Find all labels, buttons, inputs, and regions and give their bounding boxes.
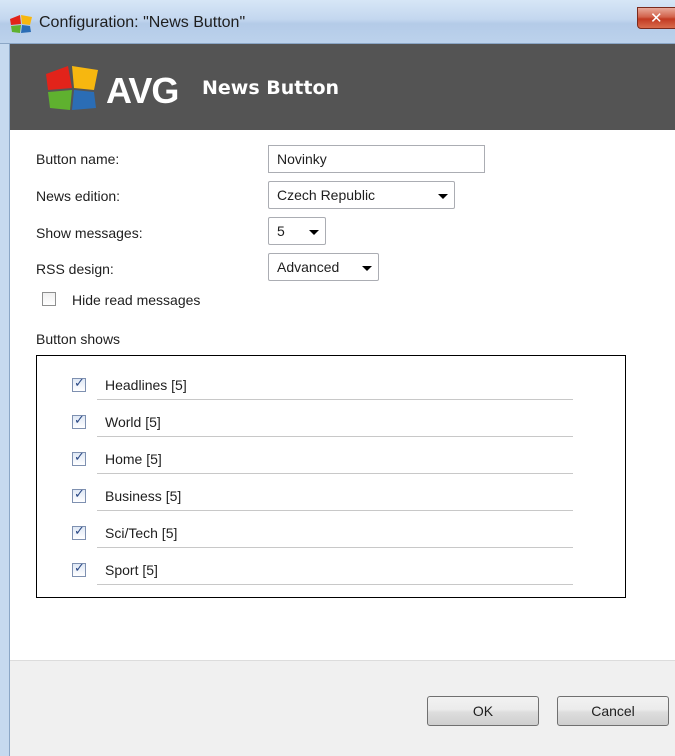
checkmark-icon: ✓ xyxy=(74,376,85,391)
divider xyxy=(97,510,573,511)
brand-name: AVG xyxy=(106,70,179,111)
header-title: News Button xyxy=(202,77,340,99)
button-shows-label: Button shows xyxy=(36,331,121,347)
close-button[interactable]: ✕ xyxy=(637,7,675,29)
list-item: ✓ Sport [5] xyxy=(72,557,573,585)
avg-logo-icon xyxy=(46,66,98,110)
cancel-button[interactable]: Cancel xyxy=(557,696,669,726)
scitech-checkbox[interactable]: ✓ xyxy=(72,524,86,540)
close-icon: ✕ xyxy=(650,9,663,27)
header-banner: AVG News Button xyxy=(10,44,675,130)
checkmark-icon: ✓ xyxy=(74,561,85,576)
list-item-label: Sport [5] xyxy=(105,562,158,578)
button-name-label: Button name: xyxy=(36,151,120,167)
checkmark-icon: ✓ xyxy=(74,487,85,502)
checkmark-icon: ✓ xyxy=(74,524,85,539)
window-frame-left xyxy=(0,44,10,756)
hide-read-label: Hide read messages xyxy=(72,292,201,308)
rss-design-value: Advanced xyxy=(277,259,340,275)
news-edition-value: Czech Republic xyxy=(277,187,376,203)
rss-design-select[interactable]: Advanced xyxy=(268,253,379,281)
list-item: ✓ World [5] xyxy=(72,409,573,437)
list-item-label: Business [5] xyxy=(105,488,182,504)
hide-read-checkbox[interactable] xyxy=(42,292,56,306)
list-item-label: Sci/Tech [5] xyxy=(105,525,178,541)
window-title: Configuration: "News Button" xyxy=(39,14,246,31)
show-messages-label: Show messages: xyxy=(36,225,143,241)
news-edition-select[interactable]: Czech Republic xyxy=(268,181,455,209)
button-shows-list: ✓ Headlines [5] ✓ World [5] ✓ Home [5] ✓… xyxy=(36,355,626,598)
show-messages-select[interactable]: 5 xyxy=(268,217,326,245)
divider xyxy=(97,547,573,548)
list-item: ✓ Sci/Tech [5] xyxy=(72,520,573,548)
world-checkbox[interactable]: ✓ xyxy=(72,413,86,429)
divider xyxy=(97,399,573,400)
divider xyxy=(97,584,573,585)
home-checkbox[interactable]: ✓ xyxy=(72,450,86,466)
ok-button[interactable]: OK xyxy=(427,696,539,726)
list-item-label: World [5] xyxy=(105,414,161,430)
list-item: ✓ Headlines [5] xyxy=(72,372,573,400)
headlines-checkbox[interactable]: ✓ xyxy=(72,376,86,392)
rss-design-label: RSS design: xyxy=(36,261,114,277)
chevron-down-icon xyxy=(438,194,448,199)
button-name-value: Novinky xyxy=(277,151,327,167)
title-bar[interactable]: Configuration: "News Button" ✕ xyxy=(0,0,675,44)
divider xyxy=(97,473,573,474)
avg-app-icon xyxy=(10,15,32,33)
list-item: ✓ Business [5] xyxy=(72,483,573,511)
list-item-label: Headlines [5] xyxy=(105,377,187,393)
sport-checkbox[interactable]: ✓ xyxy=(72,561,86,577)
chevron-down-icon xyxy=(309,230,319,235)
chevron-down-icon xyxy=(362,266,372,271)
button-name-input[interactable]: Novinky xyxy=(268,145,485,173)
checkmark-icon: ✓ xyxy=(74,413,85,428)
list-item-label: Home [5] xyxy=(105,451,162,467)
business-checkbox[interactable]: ✓ xyxy=(72,487,86,503)
checkmark-icon: ✓ xyxy=(74,450,85,465)
config-dialog: Configuration: "News Button" ✕ AVG News … xyxy=(0,0,675,756)
news-edition-label: News edition: xyxy=(36,188,121,204)
show-messages-value: 5 xyxy=(277,223,285,239)
list-item: ✓ Home [5] xyxy=(72,446,573,474)
divider xyxy=(97,436,573,437)
